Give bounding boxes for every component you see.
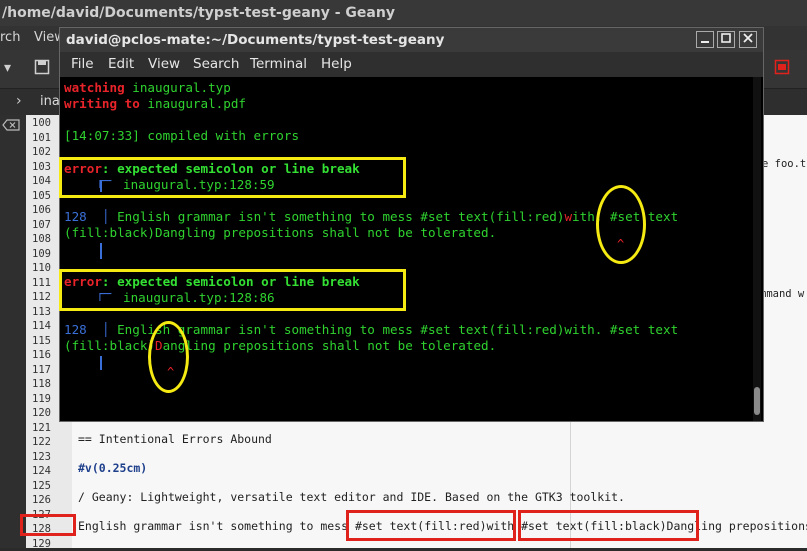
stop-icon[interactable] [774, 59, 790, 79]
save-icon[interactable] [34, 59, 50, 79]
terminal-menu-search[interactable]: Search [193, 52, 239, 77]
geany-menu-search[interactable]: rch [0, 26, 20, 50]
tab-inaugural[interactable]: ina [36, 89, 60, 115]
terminal-scrollbar[interactable] [753, 77, 761, 421]
terminal-error-1-source-line-2: (fill:black)Dangling prepositions shall … [64, 225, 496, 241]
code-line-128-a: English grammar isn't something to mess [78, 519, 355, 533]
terminal-line-compiled: [14:07:33] compiled with errors [64, 128, 299, 144]
editor-snippet-command: mmand w [760, 288, 804, 300]
terminal-output[interactable]: watching inaugural.typ writing to inaugu… [60, 77, 750, 421]
terminal-error-2-source-line-2: (fill:black)Dangling prepositions shall … [64, 338, 496, 354]
code-line-122: == Intentional Errors Abound [78, 432, 272, 446]
annotation-error-2-box [59, 269, 406, 311]
annotation-error-1-box [59, 157, 406, 198]
close-icon[interactable] [739, 31, 757, 48]
minimize-icon[interactable] [696, 31, 714, 48]
annotation-line-128-box [20, 514, 76, 536]
line-number: 125 [26, 479, 70, 494]
terminal-menu-view[interactable]: View [148, 52, 180, 77]
annotation-red-with-box [346, 510, 516, 541]
terminal-window: david@pclos-mate:~/Documents/typst-test-… [59, 27, 764, 422]
editor-snippet-foo: e foo.t [762, 158, 806, 170]
terminal-line-watching: watching inaugural.typ [64, 80, 231, 96]
annotation-black-dang-box [518, 510, 699, 541]
geany-side-panel [0, 115, 27, 548]
terminal-line-writing: writing to inaugural.pdf [64, 96, 246, 112]
error-2-gutter-bar [100, 356, 102, 370]
terminal-menu-file[interactable]: File [71, 52, 94, 77]
annotation-error-1-ellipse [596, 185, 646, 264]
dropdown-arrow-icon[interactable]: ▾ [4, 60, 11, 76]
annotation-error-2-ellipse [148, 321, 189, 393]
maximize-icon[interactable] [717, 31, 735, 48]
terminal-menu-terminal[interactable]: Terminal [250, 52, 307, 77]
line-number: 126 [26, 493, 70, 508]
clear-icon[interactable] [2, 119, 20, 133]
terminal-error-1-source-line-1: 128 │ English grammar isn't something to… [64, 209, 678, 225]
sidebar-toggle-icon[interactable]: › [16, 93, 22, 109]
code-line-124: #v(0.25cm) [78, 461, 147, 475]
terminal-scroll-thumb[interactable] [754, 387, 760, 415]
terminal-menubar: File Edit View Search Terminal Help [60, 52, 763, 77]
terminal-menu-help[interactable]: Help [321, 52, 352, 77]
code-line-126: / Geany: Lightweight, versatile text edi… [78, 490, 625, 504]
code-line-128-d: ling prepositions [694, 519, 807, 533]
terminal-title: david@pclos-mate:~/Documents/typst-test-… [60, 28, 763, 52]
line-number: 122 [26, 435, 70, 450]
line-number: 121 [26, 421, 70, 436]
line-number: 123 [26, 450, 70, 465]
error-1-gutter-bar [100, 243, 102, 259]
line-number: 124 [26, 464, 70, 479]
geany-window-title: /home/david/Documents/typst-test-geany -… [0, 0, 807, 26]
terminal-menu-edit[interactable]: Edit [108, 52, 134, 77]
line-number: 129 [26, 537, 70, 551]
